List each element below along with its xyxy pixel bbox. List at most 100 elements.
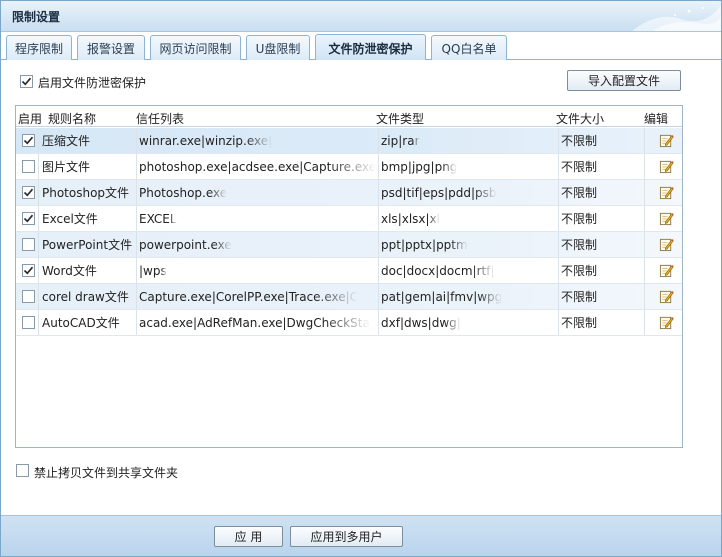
row-rule-name: AutoCAD文件 bbox=[38, 310, 136, 335]
rule-name-text: Excel文件 bbox=[42, 212, 98, 226]
check-icon bbox=[23, 188, 34, 197]
row-enabled-cell bbox=[20, 206, 40, 231]
block-share-copy-label: 禁止拷贝文件到共享文件夹 bbox=[34, 466, 179, 480]
row-edit-cell[interactable] bbox=[644, 128, 682, 153]
tab-label: QQ白名单 bbox=[441, 41, 497, 56]
check-icon bbox=[23, 136, 34, 145]
rule-name-text: Photoshop文件 bbox=[42, 186, 130, 200]
file-size-text: 不限制 bbox=[561, 160, 598, 174]
row-enabled-checkbox[interactable] bbox=[22, 212, 35, 225]
table-header: 启用 规则名称 信任列表 文件类型 文件大小 编辑 bbox=[16, 106, 682, 127]
tab-web-access-limit[interactable]: 网页访问限制 bbox=[150, 35, 241, 60]
apply-multi-user-button[interactable]: 应用到多用户 bbox=[290, 526, 403, 547]
file-size-text: 不限制 bbox=[561, 316, 598, 330]
row-edit-cell[interactable] bbox=[644, 284, 682, 309]
row-edit-cell[interactable] bbox=[644, 206, 682, 231]
check-icon bbox=[23, 266, 34, 275]
row-file-types: zip|rar bbox=[378, 128, 558, 153]
import-config-button[interactable]: 导入配置文件 bbox=[567, 70, 681, 91]
column-header-enabled: 启用 bbox=[18, 112, 43, 126]
pencil-note-icon bbox=[659, 264, 674, 278]
file-types-text: zip|rar bbox=[381, 133, 420, 148]
table-row[interactable]: corel draw文件 Capture.exe|CorelPP.exe|Trac… bbox=[16, 284, 682, 310]
table-row[interactable]: 压缩文件 winrar.exe|winzip.exe| zip|rar 不限制 bbox=[16, 128, 682, 154]
file-types-text: bmp|jpg|png bbox=[381, 159, 458, 174]
row-edit-cell[interactable] bbox=[644, 258, 682, 283]
tab-label: U盘限制 bbox=[255, 41, 301, 56]
row-trust-list: Photoshop.exe bbox=[136, 180, 378, 205]
pencil-note-icon bbox=[659, 186, 674, 200]
row-edit-cell[interactable] bbox=[644, 154, 682, 179]
table-row[interactable]: PowerPoint文件 powerpoint.exe ppt|pptx|pptm 不… bbox=[16, 232, 682, 258]
row-enabled-checkbox[interactable] bbox=[22, 186, 35, 199]
table-row[interactable]: AutoCAD文件 acad.exe|AdRefMan.exe|DwgCheckS… bbox=[16, 310, 682, 336]
row-rule-name: 图片文件 bbox=[38, 154, 136, 179]
tab-qq-whitelist[interactable]: QQ白名单 bbox=[431, 35, 507, 60]
file-types-text: doc|docx|docm|rtf| bbox=[381, 263, 495, 278]
tab-file-leak-protection[interactable]: 文件防泄密保护 bbox=[315, 34, 426, 61]
pencil-note-icon bbox=[659, 160, 674, 174]
pencil-note-icon bbox=[659, 316, 674, 330]
tab-usb-limit[interactable]: U盘限制 bbox=[246, 35, 310, 60]
row-enabled-cell bbox=[20, 180, 40, 205]
settings-window: 限制设置 程序限制 报警设置 网页访问限制 U盘限制 文件防泄密保护 QQ白名单… bbox=[0, 0, 722, 557]
apply-button[interactable]: 应 用 bbox=[214, 526, 283, 547]
row-rule-name: Excel文件 bbox=[38, 206, 136, 231]
row-enabled-cell bbox=[20, 232, 40, 257]
tab-bar: 程序限制 报警设置 网页访问限制 U盘限制 文件防泄密保护 QQ白名单 bbox=[1, 32, 721, 61]
trust-list-text: winrar.exe|winzip.exe| bbox=[139, 133, 273, 148]
table-row[interactable]: Photoshop文件 Photoshop.exe psd|tif|eps|pdd|… bbox=[16, 180, 682, 206]
column-header-rule-name: 规则名称 bbox=[48, 112, 97, 126]
file-types-text: dxf|dws|dwg| bbox=[381, 315, 461, 330]
row-enabled-cell bbox=[20, 258, 40, 283]
row-enabled-checkbox[interactable] bbox=[22, 290, 35, 303]
check-icon bbox=[23, 214, 34, 223]
file-size-text: 不限制 bbox=[561, 134, 598, 148]
row-enabled-checkbox[interactable] bbox=[22, 160, 35, 173]
row-file-size: 不限制 bbox=[558, 310, 644, 335]
row-trust-list: Capture.exe|CorelPP.exe|Trace.exe|C bbox=[136, 284, 378, 309]
trust-list-text: EXCEL bbox=[139, 211, 177, 226]
tab-alarm-settings[interactable]: 报警设置 bbox=[77, 35, 145, 60]
pencil-note-icon bbox=[659, 134, 674, 148]
enable-protection-checkbox[interactable] bbox=[20, 75, 33, 88]
tab-program-limit[interactable]: 程序限制 bbox=[6, 35, 72, 60]
row-file-types: ppt|pptx|pptm bbox=[378, 232, 558, 257]
row-enabled-checkbox[interactable] bbox=[22, 134, 35, 147]
trust-list-text: powerpoint.exe bbox=[139, 237, 232, 252]
row-file-types: psd|tif|eps|pdd|psb bbox=[378, 180, 558, 205]
title-bar: 限制设置 bbox=[1, 1, 721, 32]
row-rule-name: corel draw文件 bbox=[38, 284, 136, 309]
row-edit-cell[interactable] bbox=[644, 180, 682, 205]
check-icon bbox=[21, 77, 32, 86]
row-enabled-checkbox[interactable] bbox=[22, 264, 35, 277]
file-protection-panel: 启用文件防泄密保护 导入配置文件 启用 规则名称 信任列表 文件类型 文件大小 … bbox=[1, 60, 721, 515]
enable-protection-label: 启用文件防泄密保护 bbox=[38, 76, 147, 90]
trust-list-text: |wps bbox=[139, 263, 167, 278]
table-row[interactable]: Word文件 |wps doc|docx|docm|rtf| 不限制 bbox=[16, 258, 682, 284]
rule-name-text: AutoCAD文件 bbox=[42, 316, 120, 330]
pencil-note-icon bbox=[659, 290, 674, 304]
file-size-text: 不限制 bbox=[561, 212, 598, 226]
row-file-size: 不限制 bbox=[558, 258, 644, 283]
trust-list-text: Capture.exe|CorelPP.exe|Trace.exe|C bbox=[139, 289, 359, 304]
column-header-file-type: 文件类型 bbox=[376, 112, 425, 126]
column-header-edit: 编辑 bbox=[644, 112, 669, 126]
file-size-text: 不限制 bbox=[561, 264, 598, 278]
row-file-size: 不限制 bbox=[558, 206, 644, 231]
pencil-note-icon bbox=[659, 212, 674, 226]
row-file-types: bmp|jpg|png bbox=[378, 154, 558, 179]
footer-bar: 应 用 应用到多用户 bbox=[1, 515, 721, 556]
row-edit-cell[interactable] bbox=[644, 232, 682, 257]
table-row[interactable]: 图片文件 photoshop.exe|acdsee.exe|Capture.exe… bbox=[16, 154, 682, 180]
row-trust-list: photoshop.exe|acdsee.exe|Capture.exe bbox=[136, 154, 378, 179]
table-row[interactable]: Excel文件 EXCEL xls|xlsx|xl 不限制 bbox=[16, 206, 682, 232]
block-share-copy-checkbox[interactable] bbox=[16, 464, 29, 477]
row-enabled-checkbox[interactable] bbox=[22, 238, 35, 251]
file-size-text: 不限制 bbox=[561, 238, 598, 252]
row-enabled-checkbox[interactable] bbox=[22, 316, 35, 329]
rule-name-text: 图片文件 bbox=[42, 160, 91, 174]
row-edit-cell[interactable] bbox=[644, 310, 682, 335]
file-size-text: 不限制 bbox=[561, 186, 598, 200]
file-size-text: 不限制 bbox=[561, 290, 598, 304]
